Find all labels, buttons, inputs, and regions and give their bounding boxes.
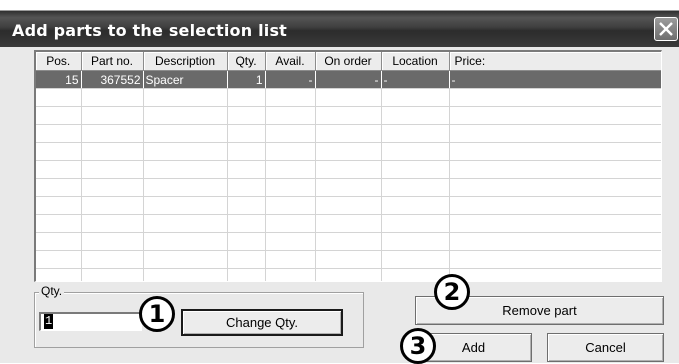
column-header-price[interactable]: Price: (449, 52, 661, 71)
cell-price: - (449, 70, 661, 89)
callout-3: 3 (400, 328, 436, 364)
cell-pos: 15 (36, 70, 82, 89)
callout-2: 2 (434, 274, 470, 310)
cell-on-order: - (315, 70, 382, 89)
column-header-part-no[interactable]: Part no. (81, 52, 144, 71)
close-icon (659, 22, 673, 36)
parts-table: Pos. Part no. Description Qty. Avail. On… (36, 52, 661, 281)
cell-avail: - (265, 70, 316, 89)
close-button[interactable] (654, 17, 678, 41)
column-header-avail[interactable]: Avail. (265, 52, 316, 71)
column-header-on-order[interactable]: On order (315, 52, 382, 71)
table-row[interactable]: 15 367552 Spacer 1 - - - - (36, 70, 661, 89)
table-row-empty (36, 160, 661, 179)
table-row-empty (36, 232, 661, 251)
column-header-description[interactable]: Description (143, 52, 228, 71)
table-row-empty (36, 250, 661, 269)
table-header: Pos. Part no. Description Qty. Avail. On… (36, 52, 661, 71)
table-row-empty (36, 196, 661, 215)
callout-1: 1 (139, 296, 175, 332)
table-row-empty (36, 214, 661, 233)
cell-location: - (381, 70, 450, 89)
table-row-empty (36, 178, 661, 197)
table-row-empty (36, 268, 661, 281)
cell-description: Spacer (143, 70, 228, 89)
title-bar[interactable]: Add parts to the selection list (0, 11, 679, 47)
qty-input[interactable]: 1 (39, 312, 142, 331)
column-header-qty[interactable]: Qty. (227, 52, 266, 71)
qty-group-label: Qty. (39, 284, 65, 298)
table-row-empty (36, 124, 661, 143)
parts-grid[interactable]: Pos. Part no. Description Qty. Avail. On… (34, 50, 662, 282)
column-header-pos[interactable]: Pos. (36, 52, 82, 71)
table-row-empty (36, 142, 661, 161)
window-title: Add parts to the selection list (12, 21, 288, 40)
cancel-button[interactable]: Cancel (547, 333, 664, 362)
table-row-empty (36, 106, 661, 125)
column-header-location[interactable]: Location (381, 52, 450, 71)
qty-input-value: 1 (44, 314, 54, 329)
change-qty-button[interactable]: Change Qty. (181, 309, 343, 336)
cell-part-no: 367552 (81, 70, 144, 89)
table-row-empty (36, 88, 661, 107)
cell-qty: 1 (227, 70, 266, 89)
